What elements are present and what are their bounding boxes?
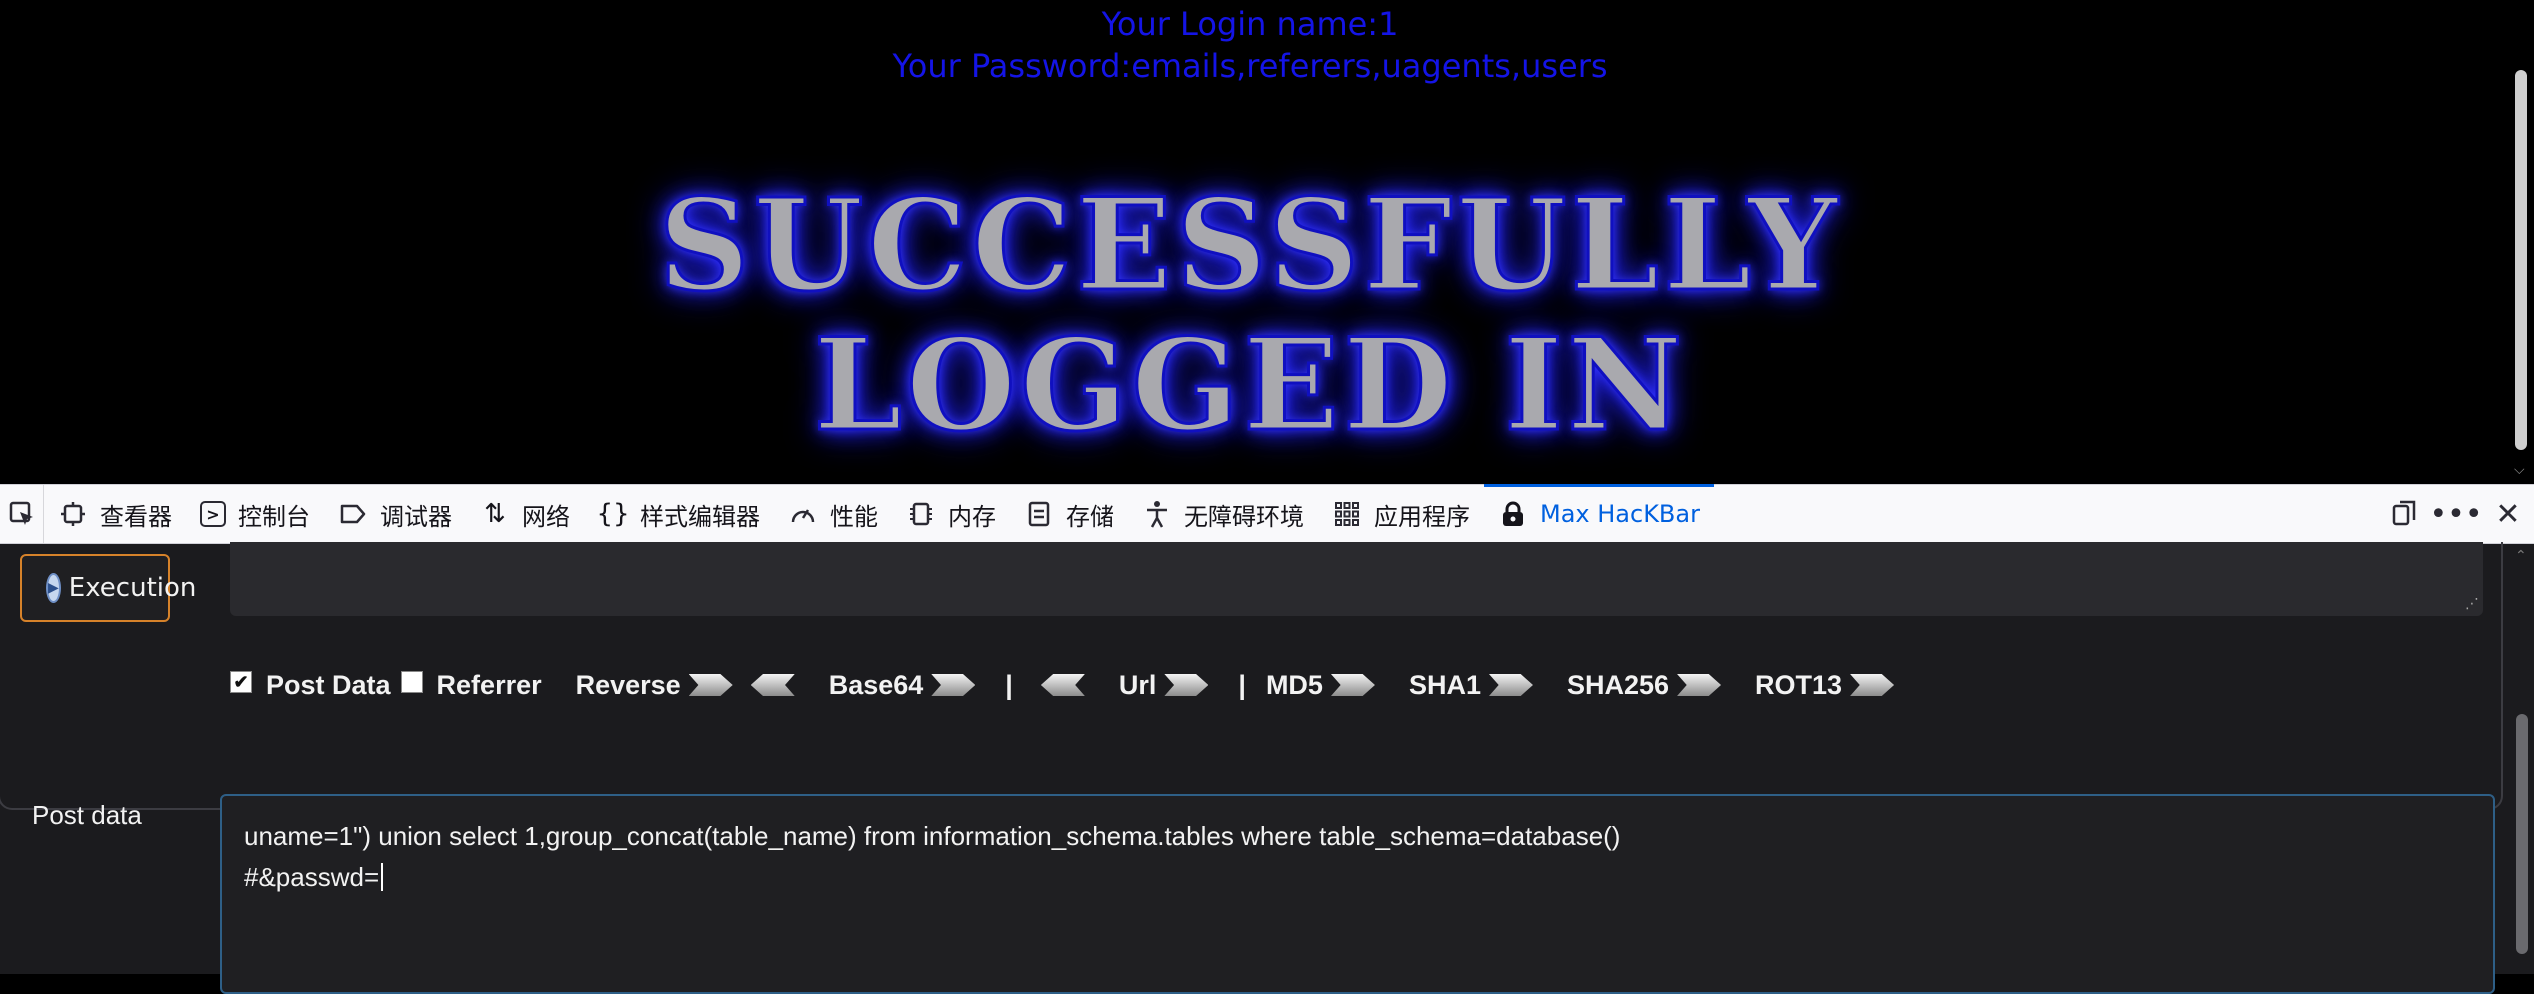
tab-label: 样式编辑器 xyxy=(640,502,760,531)
style-editor-icon: {} xyxy=(596,499,630,529)
tab-label: 性能 xyxy=(830,502,878,531)
password-text: Your Password:emails,referers,uagents,us… xyxy=(892,47,1608,85)
tab-label: 查看器 xyxy=(100,502,172,531)
hackbar-panel: ▶ Execution ⋰ ✔ Post Data Referrer Rever… xyxy=(0,542,2534,994)
toolbar-right-controls: ••• ✕ xyxy=(2378,485,2534,543)
success-banner-line1: SUCCESSFULLY xyxy=(657,171,1842,319)
base64-decode-arrow-icon[interactable] xyxy=(750,674,795,696)
panel-scrollbar-thumb[interactable] xyxy=(2516,714,2528,954)
tab-network[interactable]: ⇅ 网络 xyxy=(466,485,584,543)
scroll-up-icon[interactable]: ⌃ xyxy=(2515,548,2527,564)
post-data-label: Post data xyxy=(32,800,142,830)
tab-max-hackbar[interactable]: Max HacKBar xyxy=(1484,484,1714,543)
tab-label: 控制台 xyxy=(238,502,310,531)
execute-label: Execution xyxy=(68,573,197,603)
page-scrollbar-thumb[interactable] xyxy=(2515,70,2527,450)
url-encode-arrow-icon[interactable] xyxy=(1164,674,1209,696)
debugger-icon xyxy=(338,499,368,529)
post-data-line2: #&passwd= xyxy=(244,857,2471,898)
referrer-option-label: Referrer xyxy=(436,669,542,700)
scroll-down-icon[interactable]: ⌵ xyxy=(2514,462,2525,478)
url-decode-arrow-icon[interactable] xyxy=(1040,674,1085,696)
resize-grip-icon[interactable]: ⋰ xyxy=(2465,596,2479,612)
more-options-icon[interactable]: ••• xyxy=(2429,485,2482,543)
rot13-button[interactable]: ROT13 xyxy=(1755,670,1842,701)
reverse-arrow-icon[interactable] xyxy=(688,674,733,696)
lock-icon xyxy=(1498,499,1528,529)
play-icon: ▶ xyxy=(46,573,61,603)
rot13-arrow-icon[interactable] xyxy=(1850,674,1895,696)
tab-debugger[interactable]: 调试器 xyxy=(324,485,466,543)
separator: | xyxy=(1005,669,1013,700)
storage-icon xyxy=(1024,499,1054,529)
tab-label: 应用程序 xyxy=(1374,502,1470,531)
post-data-textarea[interactable]: uname=1") union select 1,group_concat(ta… xyxy=(220,794,2495,994)
tab-memory[interactable]: 内存 xyxy=(892,485,1010,543)
sha1-arrow-icon[interactable] xyxy=(1488,674,1533,696)
application-icon xyxy=(1332,499,1362,529)
referrer-checkbox[interactable] xyxy=(400,671,423,693)
devtools-toolbar: 查看器 > 控制台 调试器 ⇅ 网络 {} 样式编辑器 性能 内存 存储 无障碍… xyxy=(0,484,2534,544)
post-data-line1: uname=1") union select 1,group_concat(ta… xyxy=(244,821,1621,851)
options-row: ✔ Post Data Referrer Reverse Base64 | Ur… xyxy=(230,662,1904,708)
base64-label: Base64 xyxy=(828,669,924,700)
page-scrollbar[interactable]: ⌵ xyxy=(2510,0,2534,484)
element-picker-icon[interactable] xyxy=(0,485,44,543)
tab-application[interactable]: 应用程序 xyxy=(1318,485,1484,543)
tab-label: Max HacKBar xyxy=(1540,500,1700,528)
sha1-button[interactable]: SHA1 xyxy=(1409,670,1481,701)
accessibility-icon xyxy=(1142,499,1172,529)
tab-storage[interactable]: 存储 xyxy=(1010,485,1128,543)
login-name-text: Your Login name:1 xyxy=(1101,5,1399,43)
inspector-icon xyxy=(58,499,88,529)
url-label: Url xyxy=(1118,669,1157,700)
post-data-option-label: Post Data xyxy=(266,669,391,700)
dock-toggle-icon[interactable] xyxy=(2378,485,2430,543)
execute-button[interactable]: ▶ Execution xyxy=(20,554,196,622)
sha256-button[interactable]: SHA256 xyxy=(1567,670,1669,701)
separator: | xyxy=(1238,669,1246,700)
tab-label: 存储 xyxy=(1066,502,1114,531)
panel-scrollbar[interactable]: ⌃ xyxy=(2510,544,2534,974)
tab-label: 无障碍环境 xyxy=(1184,502,1304,531)
memory-icon xyxy=(906,499,936,529)
tab-label: 调试器 xyxy=(380,502,452,531)
url-input[interactable]: ⋰ xyxy=(230,542,2483,616)
tab-style-editor[interactable]: {} 样式编辑器 xyxy=(584,485,774,543)
md5-button[interactable]: MD5 xyxy=(1266,670,1323,701)
tab-inspector[interactable]: 查看器 xyxy=(44,485,186,543)
close-icon[interactable]: ✕ xyxy=(2482,485,2534,543)
reverse-button[interactable]: Reverse xyxy=(576,670,681,701)
tab-performance[interactable]: 性能 xyxy=(774,485,892,543)
web-page: Your Login name:1 Your Password:emails,r… xyxy=(0,0,2510,484)
execution-card: ▶ Execution ⋰ ✔ Post Data Referrer Rever… xyxy=(0,542,2503,810)
base64-encode-arrow-icon[interactable] xyxy=(931,674,976,696)
console-icon: > xyxy=(200,501,226,527)
tab-accessibility[interactable]: 无障碍环境 xyxy=(1128,485,1318,543)
tab-label: 网络 xyxy=(522,502,570,531)
tab-console[interactable]: > 控制台 xyxy=(186,485,324,543)
performance-icon xyxy=(788,499,818,529)
post-data-checkbox[interactable]: ✔ xyxy=(230,671,252,693)
success-banner-line2: LOGGED IN xyxy=(812,311,1687,459)
md5-arrow-icon[interactable] xyxy=(1330,674,1375,696)
tab-label: 内存 xyxy=(948,502,996,531)
text-caret xyxy=(381,863,384,891)
sha256-arrow-icon[interactable] xyxy=(1677,674,1722,696)
network-icon: ⇅ xyxy=(484,499,506,529)
